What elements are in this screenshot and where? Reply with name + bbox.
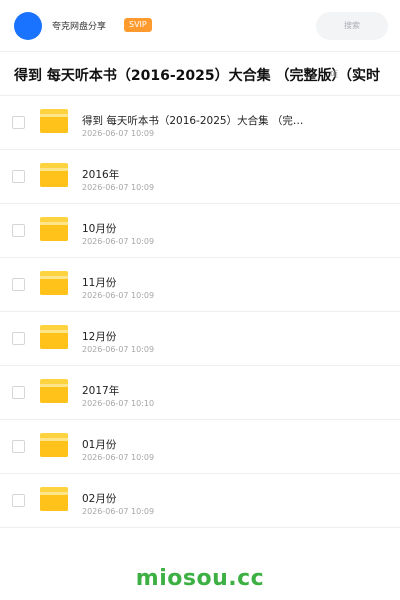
- checkbox[interactable]: [12, 278, 25, 291]
- file-name: 12月份: [82, 331, 117, 343]
- file-name: 2016年: [82, 169, 120, 181]
- search-input[interactable]: 搜索: [316, 12, 388, 40]
- folder-icon: [40, 325, 68, 349]
- header-bar: 夸克网盘分享 SVIP 搜索: [0, 0, 400, 52]
- folder-icon: [40, 217, 68, 241]
- file-name: 10月份: [82, 223, 117, 235]
- list-item[interactable]: 2016年 2026-06-07 10:09: [0, 150, 400, 204]
- svip-badge: SVIP: [124, 18, 152, 32]
- file-name: 02月份: [82, 493, 117, 505]
- list-item[interactable]: 12月份 2026-06-07 10:09: [0, 312, 400, 366]
- list-item[interactable]: 得到 每天听本书（2016-2025）大合集 （完整版） 2026-06-07 …: [0, 96, 400, 150]
- list-item[interactable]: 01月份 2026-06-07 10:09: [0, 420, 400, 474]
- list-item[interactable]: 10月份 2026-06-07 10:09: [0, 204, 400, 258]
- file-name: 11月份: [82, 277, 117, 289]
- file-date: 2026-06-07 10:09: [82, 183, 155, 192]
- folder-icon: [40, 379, 68, 403]
- folder-icon: [40, 271, 68, 295]
- folder-icon: [40, 487, 68, 511]
- file-date: 2026-06-07 10:09: [82, 507, 155, 516]
- file-name: 得到 每天听本书（2016-2025）大合集 （完整版）: [82, 115, 312, 127]
- checkbox[interactable]: [12, 494, 25, 507]
- checkbox[interactable]: [12, 440, 25, 453]
- file-date: 2026-06-07 10:09: [82, 129, 155, 138]
- checkbox[interactable]: [12, 332, 25, 345]
- file-date: 2026-06-07 10:09: [82, 291, 155, 300]
- user-name: 夸克网盘分享: [52, 22, 107, 32]
- folder-icon: [40, 163, 68, 187]
- list-item[interactable]: 02月份 2026-06-07 10:09: [0, 474, 400, 528]
- list-item[interactable]: 11月份 2026-06-07 10:09: [0, 258, 400, 312]
- watermark: miosou.cc: [135, 566, 265, 591]
- page-title: 得到 每天听本书（2016-2025）大合集 （完整版）: [14, 68, 346, 84]
- file-date: 2026-06-07 10:10: [82, 399, 155, 408]
- file-name: 01月份: [82, 439, 117, 451]
- folder-icon: [40, 433, 68, 457]
- checkbox[interactable]: [12, 170, 25, 183]
- file-name: 2017年: [82, 385, 120, 397]
- checkbox[interactable]: [12, 116, 25, 129]
- folder-title-bar: 得到 每天听本书（2016-2025）大合集 （完整版） 项 （实时: [0, 52, 400, 96]
- checkbox[interactable]: [12, 386, 25, 399]
- file-date: 2026-06-07 10:09: [82, 345, 155, 354]
- avatar[interactable]: [14, 12, 42, 40]
- folder-icon: [40, 109, 68, 133]
- checkbox[interactable]: [12, 224, 25, 237]
- list-item[interactable]: 2017年 2026-06-07 10:10: [0, 366, 400, 420]
- file-date: 2026-06-07 10:09: [82, 237, 155, 246]
- file-date: 2026-06-07 10:09: [82, 453, 155, 462]
- item-count-label: 项: [330, 70, 338, 79]
- page-title-tail: （实时: [338, 68, 380, 84]
- file-list: 得到 每天听本书（2016-2025）大合集 （完整版） 2026-06-07 …: [0, 96, 400, 528]
